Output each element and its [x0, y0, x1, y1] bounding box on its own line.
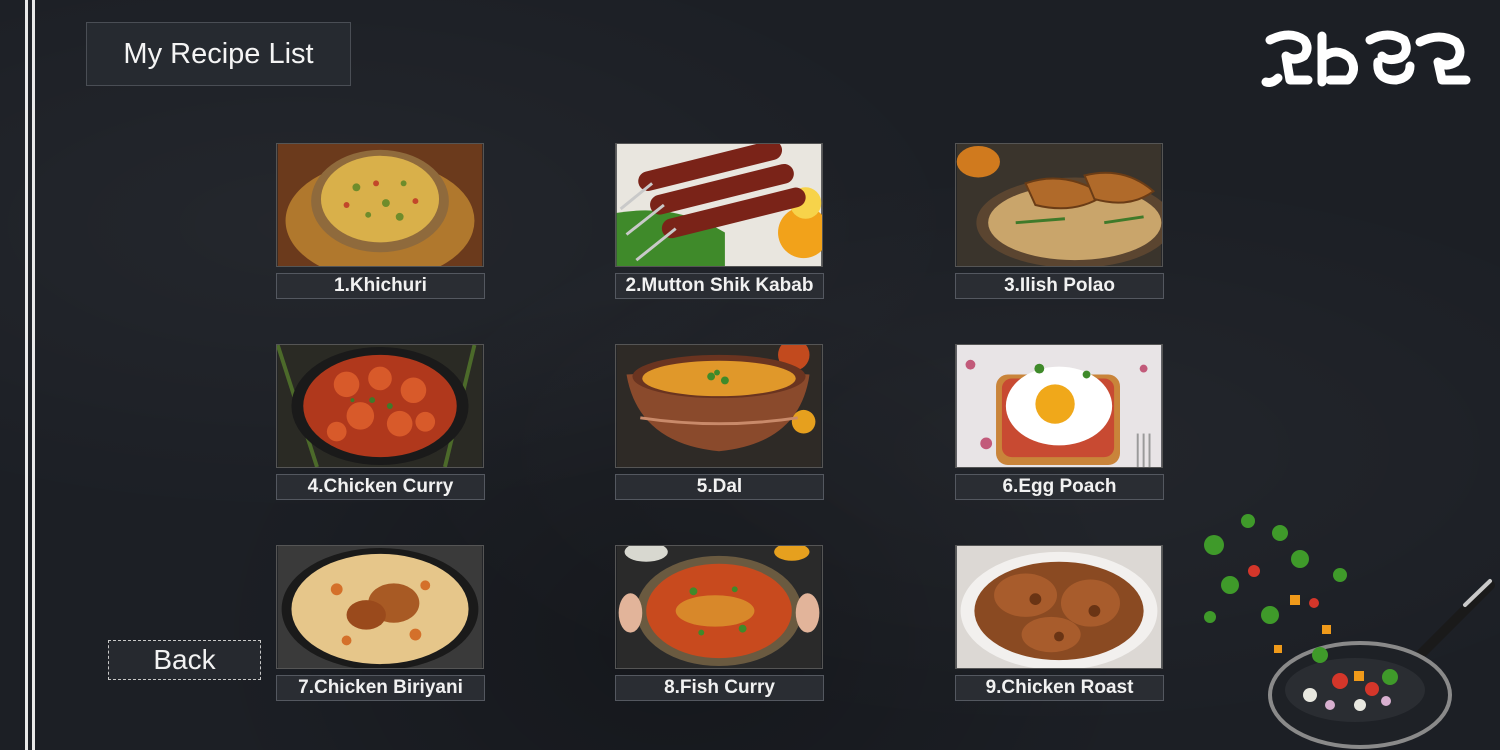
chicken-biriyani-thumbnail[interactable] [276, 545, 484, 669]
chicken-roast-thumbnail[interactable] [955, 545, 1163, 669]
recipe-card-chicken-biriyani[interactable]: 7.Chicken Biriyani [276, 545, 488, 701]
recipe-card-egg-poach[interactable]: 6.Egg Poach [955, 344, 1167, 500]
recipe-label[interactable]: 4.Chicken Curry [276, 474, 485, 500]
app-logo [1261, 30, 1471, 87]
recipe-label[interactable]: 2.Mutton Shik Kabab [615, 273, 824, 299]
ilish-polao-thumbnail[interactable] [955, 143, 1163, 267]
recipe-label[interactable]: 9.Chicken Roast [955, 675, 1164, 701]
dal-thumbnail[interactable] [615, 344, 823, 468]
left-rail-inner [32, 0, 35, 750]
recipe-card-khichuri[interactable]: 1.Khichuri [276, 143, 488, 299]
chicken-curry-thumbnail[interactable] [276, 344, 484, 468]
recipe-label[interactable]: 8.Fish Curry [615, 675, 824, 701]
egg-poach-thumbnail[interactable] [955, 344, 1163, 468]
fish-curry-thumbnail[interactable] [615, 545, 823, 669]
recipe-label[interactable]: 6.Egg Poach [955, 474, 1164, 500]
recipe-label[interactable]: 5.Dal [615, 474, 824, 500]
khichuri-thumbnail[interactable] [276, 143, 484, 267]
page-title: My Recipe List [86, 22, 351, 86]
recipe-card-dal[interactable]: 5.Dal [615, 344, 827, 500]
mutton-shik-kabab-thumbnail[interactable] [615, 143, 823, 267]
recipe-card-ilish-polao[interactable]: 3.Ilish Polao [955, 143, 1167, 299]
recipe-label[interactable]: 7.Chicken Biriyani [276, 675, 485, 701]
wok-vegetables-illustration [1204, 514, 1495, 749]
recipe-card-chicken-curry[interactable]: 4.Chicken Curry [276, 344, 488, 500]
recipe-label[interactable]: 1.Khichuri [276, 273, 485, 299]
recipe-label[interactable]: 3.Ilish Polao [955, 273, 1164, 299]
left-rail-outer [25, 0, 28, 750]
recipe-card-fish-curry[interactable]: 8.Fish Curry [615, 545, 827, 701]
back-button[interactable]: Back [108, 640, 261, 680]
recipe-card-mutton-shik-kabab[interactable]: 2.Mutton Shik Kabab [615, 143, 827, 299]
recipe-card-chicken-roast[interactable]: 9.Chicken Roast [955, 545, 1167, 701]
